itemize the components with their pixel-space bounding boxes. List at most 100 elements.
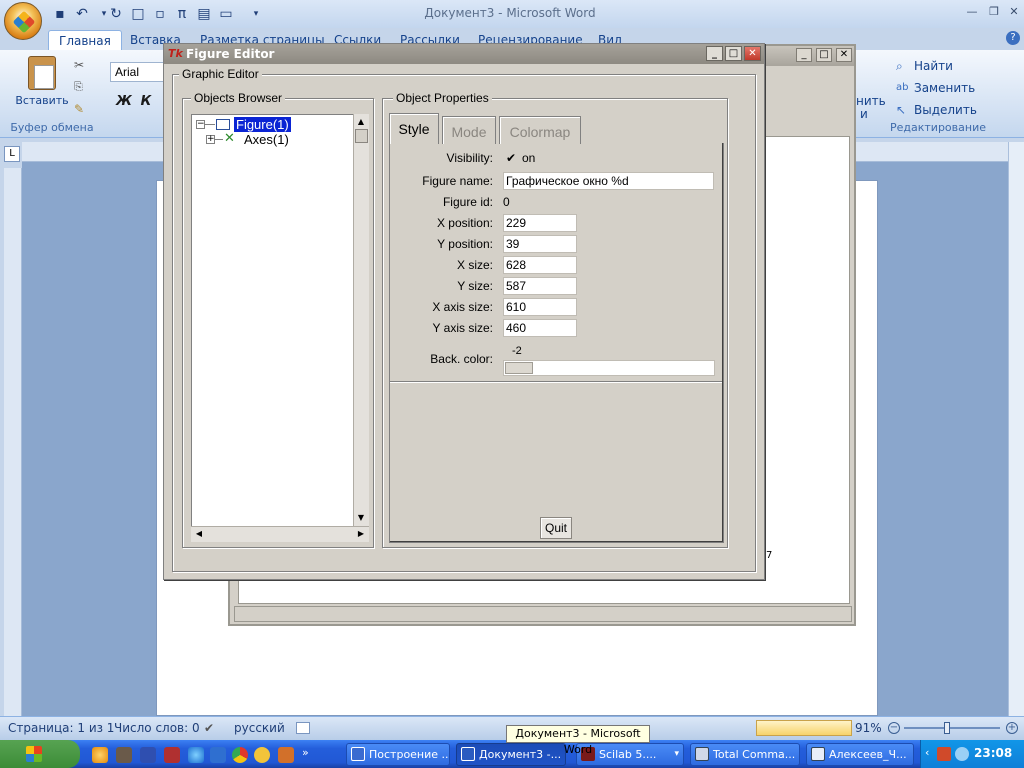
tab-mode[interactable]: Mode: [442, 116, 496, 144]
close-icon[interactable]: ✕: [1004, 4, 1024, 20]
internet-explorer-icon[interactable]: [188, 747, 204, 763]
minimize-icon[interactable]: —: [962, 4, 982, 20]
y-position-input[interactable]: 39: [503, 235, 577, 253]
maximize-icon[interactable]: □: [725, 46, 742, 61]
outlook-icon[interactable]: [210, 747, 226, 763]
minimize-icon[interactable]: _: [706, 46, 723, 61]
language-status[interactable]: русский: [234, 721, 285, 735]
zoom-level[interactable]: 91%: [855, 721, 882, 735]
figure-name-input[interactable]: Графическое окно %d: [503, 172, 714, 190]
maximize-icon[interactable]: □: [816, 48, 832, 62]
tree-node-figure[interactable]: Figure(1): [234, 117, 291, 132]
taskbar-item-total-commander[interactable]: Total Comma...: [690, 743, 800, 766]
quit-button[interactable]: Quit: [540, 517, 572, 539]
x-axis-size-label: X axis size:: [432, 300, 493, 314]
italic-button[interactable]: К: [136, 92, 156, 112]
tree-node-axes[interactable]: Axes(1): [244, 132, 289, 147]
zoom-track[interactable]: [904, 727, 1000, 729]
y-axis-size-label: Y axis size:: [432, 321, 493, 335]
x-axis-size-input[interactable]: 610: [503, 298, 577, 316]
back-color-slider-thumb[interactable]: [505, 362, 533, 374]
zoom-thumb[interactable]: [944, 722, 950, 734]
start-button[interactable]: [0, 740, 80, 768]
save-icon[interactable]: ▪: [50, 4, 70, 24]
undo-icon[interactable]: ↶: [72, 4, 92, 24]
word-count-status[interactable]: Число слов: 0: [114, 721, 200, 735]
clock[interactable]: 23:08: [974, 746, 1020, 760]
objects-tree[interactable]: − Figure(1) + ✕ Axes(1): [191, 114, 369, 542]
tab-home[interactable]: Главная: [48, 30, 122, 50]
quicklaunch-more-icon[interactable]: »: [302, 746, 309, 759]
clipboard-icon: [28, 56, 56, 90]
taskbar-item-construction[interactable]: Построение ...: [346, 743, 450, 766]
x-size-input[interactable]: 628: [503, 256, 577, 274]
taskbar-item-label: Total Comma...: [713, 748, 796, 761]
office-logo-icon: [12, 10, 36, 34]
scroll-right-icon[interactable]: ▶: [355, 528, 367, 540]
scroll-left-icon[interactable]: ◀: [193, 528, 205, 540]
bold-button[interactable]: Ж: [114, 92, 134, 112]
scroll-thumb[interactable]: [355, 129, 368, 143]
find-button[interactable]: ⌕ Найти: [896, 56, 953, 76]
scroll-down-icon[interactable]: ▼: [355, 512, 367, 524]
save-quicklaunch-icon[interactable]: [140, 747, 156, 763]
print-preview-icon[interactable]: ▫: [150, 4, 170, 24]
tk-logo-icon: Tk: [168, 47, 183, 60]
collapse-icon[interactable]: −: [196, 120, 205, 129]
vertical-ruler[interactable]: [4, 168, 22, 716]
page-count-status[interactable]: Страница: 1 из 1: [8, 721, 114, 735]
app-quicklaunch-icon-3[interactable]: [254, 747, 270, 763]
spellcheck-icon[interactable]: ✔: [204, 721, 214, 735]
maximize-icon[interactable]: ❐: [984, 4, 1004, 20]
app-quicklaunch-icon-2[interactable]: [164, 747, 180, 763]
y-size-label: Y size:: [457, 279, 493, 293]
minimize-icon[interactable]: _: [796, 48, 812, 62]
tab-colormap[interactable]: Colormap: [499, 116, 581, 144]
figure-editor-titlebar[interactable]: Tk Figure Editor _ □ ✕: [164, 44, 764, 64]
expand-icon[interactable]: +: [206, 135, 215, 144]
tray-app-icon[interactable]: [937, 747, 951, 761]
replace-button[interactable]: ab Заменить: [896, 78, 975, 98]
app-quicklaunch-icon-4[interactable]: [278, 747, 294, 763]
help-icon[interactable]: ?: [1006, 31, 1020, 45]
select-button[interactable]: ↖ Выделить: [896, 100, 977, 120]
tray-network-icon[interactable]: [955, 747, 969, 761]
new-document-icon[interactable]: □: [128, 4, 148, 24]
firefox-icon[interactable]: [92, 747, 108, 763]
find-icon: ⌕: [896, 59, 903, 73]
tree-horizontal-scrollbar[interactable]: ◀ ▶: [191, 526, 369, 542]
cut-icon[interactable]: ✂: [74, 58, 88, 72]
taskbar-item-scilab[interactable]: Scilab 5.... ▾: [576, 743, 684, 766]
tab-style[interactable]: Style: [389, 113, 439, 144]
y-size-input[interactable]: 587: [503, 277, 577, 295]
copy-icon[interactable]: ⎘: [74, 80, 88, 94]
format-painter-icon[interactable]: ✎: [74, 102, 88, 116]
scroll-up-icon[interactable]: ▲: [355, 116, 367, 128]
visibility-checkbox[interactable]: ✔: [506, 152, 518, 164]
zoom-in-icon[interactable]: +: [1006, 722, 1018, 734]
taskbar-item-alekseev[interactable]: Алексеев_Ч...: [806, 743, 914, 766]
macro-record-icon[interactable]: [296, 722, 310, 734]
redo-icon[interactable]: ↻: [106, 4, 126, 24]
open-folder-icon[interactable]: ▭: [216, 4, 236, 24]
chrome-icon[interactable]: [232, 747, 248, 763]
app-quicklaunch-icon[interactable]: [116, 747, 132, 763]
view-buttons[interactable]: [756, 720, 852, 736]
taskbar-item-document3[interactable]: Документ3 -...: [456, 743, 566, 766]
x-position-input[interactable]: 229: [503, 214, 577, 232]
close-icon[interactable]: ✕: [836, 48, 852, 62]
back-color-slider[interactable]: [503, 360, 715, 376]
close-icon[interactable]: ✕: [744, 46, 761, 61]
print-icon[interactable]: ▤: [194, 4, 214, 24]
customize-toolbar-icon[interactable]: ▾: [246, 4, 266, 24]
tray-expand-icon[interactable]: ‹: [925, 746, 929, 759]
vertical-scrollbar[interactable]: [1008, 142, 1024, 716]
y-axis-size-input[interactable]: 460: [503, 319, 577, 337]
tab-stop-selector[interactable]: L: [4, 146, 20, 162]
equation-pi-icon[interactable]: π: [172, 4, 192, 24]
zoom-out-icon[interactable]: −: [888, 722, 900, 734]
font-name-input[interactable]: Arial: [110, 62, 168, 82]
office-button[interactable]: [4, 2, 42, 40]
paste-button[interactable]: Вставить: [14, 56, 70, 120]
zoom-slider[interactable]: − +: [888, 722, 1018, 734]
